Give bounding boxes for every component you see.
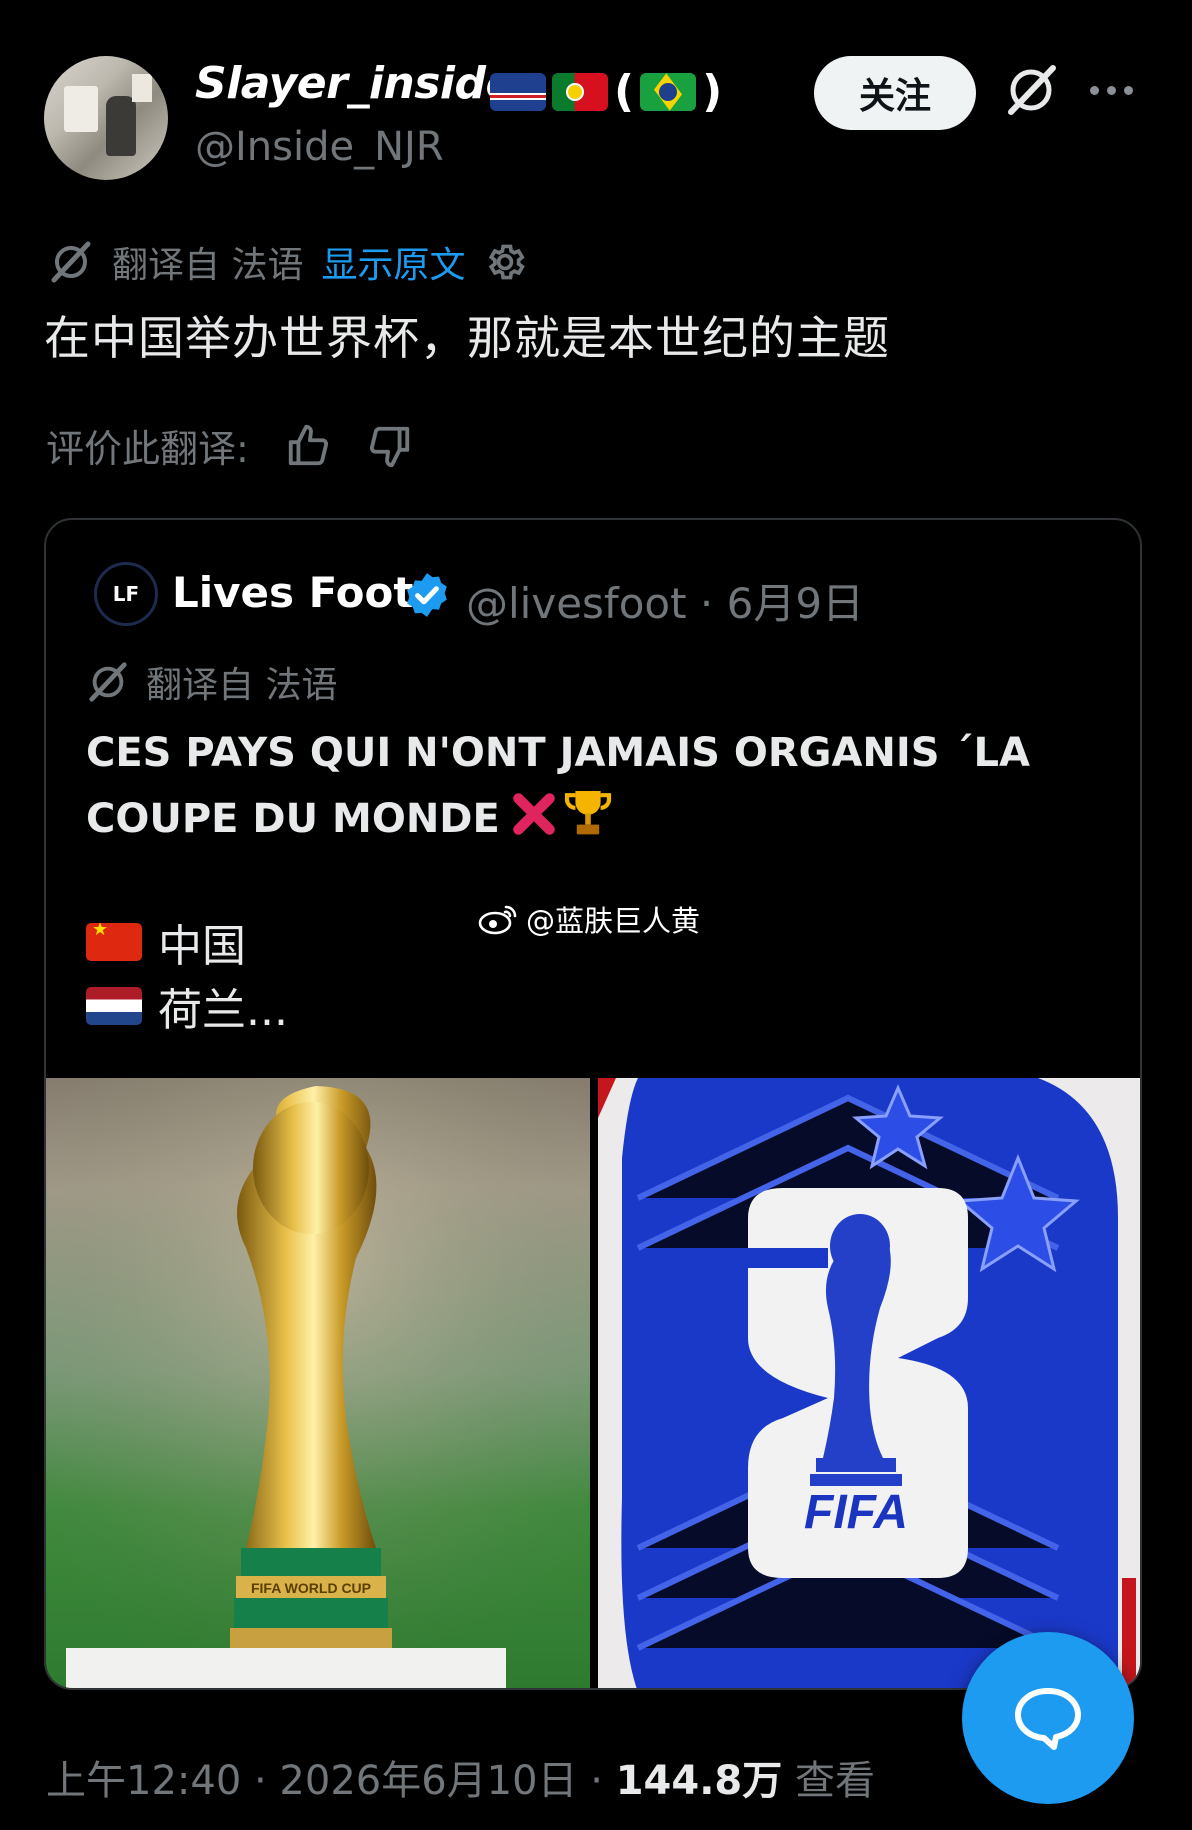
rate-translation-label: 评价此翻译: xyxy=(46,427,249,471)
quoted-tweet-card[interactable]: LF Lives Foot @livesfoot · 6月9日 翻译自 法语 C… xyxy=(44,518,1142,1690)
netherlands-flag-icon xyxy=(86,987,142,1025)
translation-info: 翻译自 法语 显示原文 xyxy=(48,236,527,288)
verified-badge-icon xyxy=(407,573,447,617)
paren-close: ) xyxy=(702,66,723,117)
settings-gear-icon[interactable] xyxy=(483,240,527,284)
follow-button[interactable]: 关注 xyxy=(814,56,976,130)
brazil-flag-icon xyxy=(640,72,697,111)
tweet-timestamp[interactable]: 上午12:40 · 2026年6月10日 · xyxy=(46,1758,616,1804)
views-label: 查看 xyxy=(782,1758,875,1804)
weibo-logo-icon xyxy=(478,905,517,935)
cape-verde-flag-icon xyxy=(490,72,546,111)
author-avatar[interactable] xyxy=(44,56,168,180)
thumbs-down-icon[interactable] xyxy=(367,423,413,469)
country-item: 中国 xyxy=(86,910,288,974)
translated-from-label: 翻译自 法语 xyxy=(112,245,304,286)
cross-mark-icon xyxy=(513,793,555,835)
show-original-link[interactable]: 显示原文 xyxy=(321,236,465,288)
quoted-tweet-text: CES PAYS QUI N'ONT JAMAIS ORGANIS ´LA CO… xyxy=(86,722,1096,858)
thumbs-up-icon[interactable] xyxy=(285,423,331,469)
author-flags: ( ) xyxy=(490,66,722,117)
trophy-engraving: FIFA WORLD CUP xyxy=(251,1580,371,1596)
quoted-display-name[interactable]: Lives Foot xyxy=(172,568,413,617)
watermark-text: @蓝肤巨人黄 xyxy=(526,904,701,938)
quoted-avatar[interactable]: LF xyxy=(94,562,158,626)
tweet-meta: 上午12:40 · 2026年6月10日 · 144.8万 查看 xyxy=(46,1748,875,1806)
country-item: 荷兰... xyxy=(86,974,288,1038)
view-count: 144.8万 xyxy=(615,1758,783,1804)
china-flag-icon xyxy=(86,923,142,961)
world-cup-trophy-image[interactable]: FIFA WORLD CUP xyxy=(46,1078,590,1688)
paren-open: ( xyxy=(614,66,635,117)
grok-translate-icon xyxy=(89,662,127,702)
rate-translation: 评价此翻译: xyxy=(46,418,413,473)
fifa-logo-text: FIFA xyxy=(804,1486,908,1539)
weibo-watermark: @蓝肤巨人黄 xyxy=(478,898,700,940)
portugal-flag-icon xyxy=(552,72,608,111)
country-name: 中国 xyxy=(158,921,246,972)
quoted-translated-from: 翻译自 法语 xyxy=(146,665,338,706)
tweet-text: 在中国举办世界杯，那就是本世纪的主题 xyxy=(44,311,890,365)
author-handle[interactable]: @Inside_NJR xyxy=(195,124,444,170)
quoted-translation-info: 翻译自 法语 xyxy=(86,656,337,708)
author-display-name[interactable]: Slayer_inside xyxy=(195,58,515,109)
grok-icon[interactable] xyxy=(1003,62,1059,118)
quoted-handle-date[interactable]: @livesfoot · 6月9日 xyxy=(466,570,864,631)
trophy-icon xyxy=(564,791,611,835)
grok-translate-icon xyxy=(51,241,91,283)
chat-bubble-icon xyxy=(1015,1688,1081,1750)
compose-chat-button[interactable] xyxy=(962,1632,1134,1804)
more-options-icon[interactable] xyxy=(1090,86,1133,95)
fifa-2026-logo-image[interactable]: FIFA xyxy=(598,1078,1140,1688)
country-list: 中国 荷兰... xyxy=(86,910,288,1038)
country-name: 荷兰... xyxy=(158,985,288,1036)
